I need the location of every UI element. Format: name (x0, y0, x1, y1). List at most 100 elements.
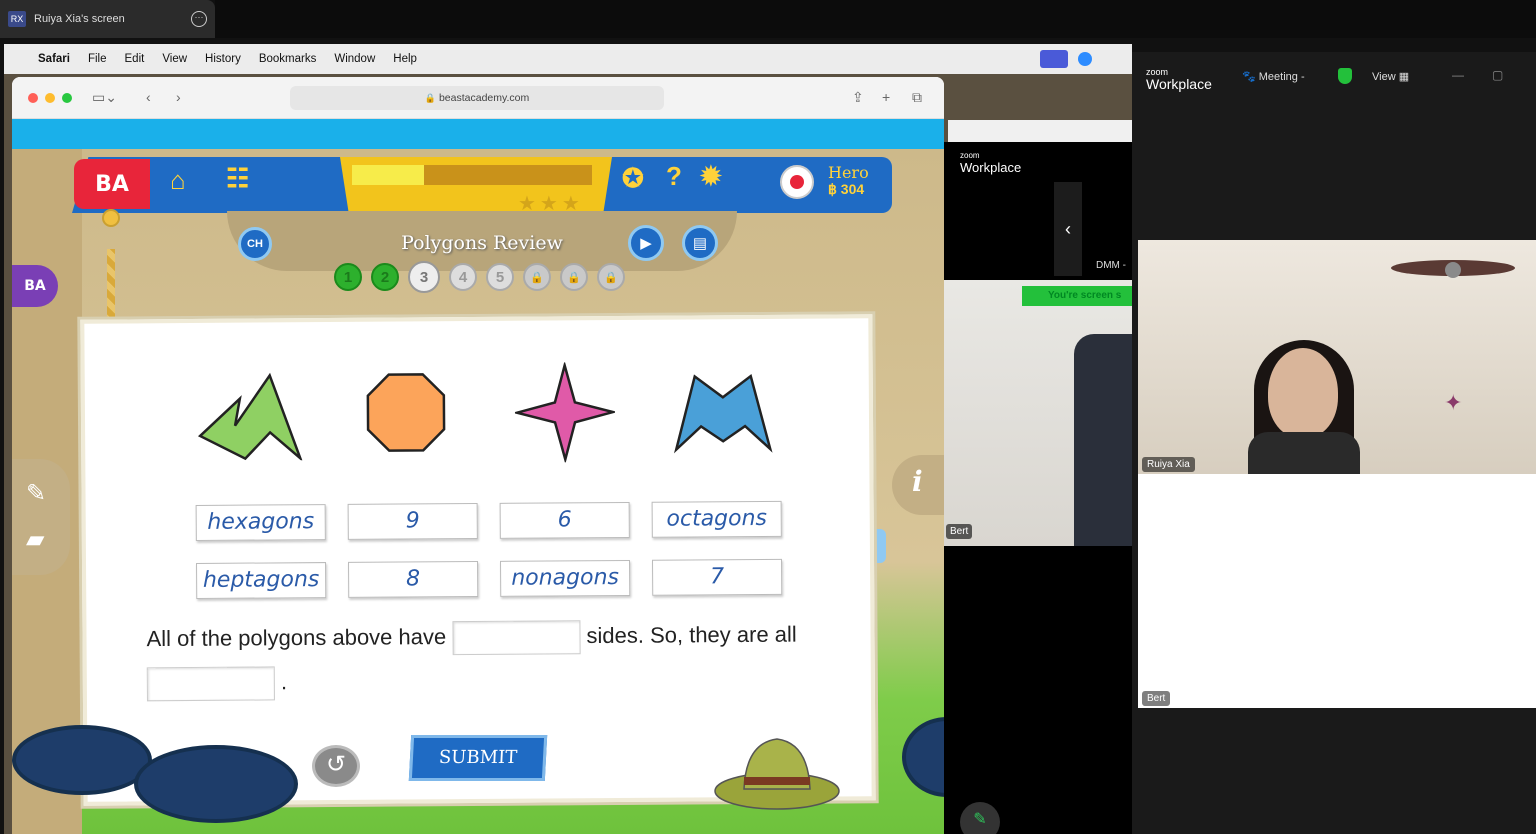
address-bar[interactable]: 🔒 beastacademy.com (290, 86, 664, 110)
zoom-mini-window: zoom Workplace ‹ DMM - You're screen s Be… (944, 142, 1132, 834)
question-text: All of the polygons above have sides. So… (146, 619, 797, 658)
green-polygon-shape (197, 372, 304, 461)
home-icon[interactable]: ⌂ (170, 165, 186, 196)
zoom-brand: zoom Workplace (1146, 67, 1212, 92)
menu-history[interactable]: History (205, 53, 241, 65)
share-tab-title: Ruiya Xia's screen (34, 13, 125, 25)
settings-gear-icon[interactable]: ✹ (700, 161, 722, 192)
bird-decoration: ✦ (1444, 390, 1463, 415)
minimize-window-button[interactable] (45, 93, 55, 103)
book-icon[interactable]: ☷ (226, 163, 249, 194)
menu-window[interactable]: Window (334, 53, 375, 65)
award-icon[interactable]: ✪ (622, 163, 644, 194)
maximize-icon[interactable]: ▢ (1492, 68, 1503, 82)
zoom-window-button[interactable] (62, 93, 72, 103)
polygon-name-answer-blank[interactable] (146, 666, 275, 702)
pink-star-shape (514, 362, 616, 463)
menu-app-name[interactable]: Safari (38, 53, 70, 65)
beast-academy-logo[interactable]: BA (74, 159, 150, 209)
choice-hexagons[interactable]: hexagons (195, 504, 326, 541)
menu-bookmarks[interactable]: Bookmarks (259, 53, 317, 65)
more-options-icon[interactable]: ··· (191, 11, 207, 27)
info-button[interactable]: i (892, 455, 944, 515)
problem-steps: 1 2 3 4 5 🔒 🔒 🔒 (334, 261, 625, 293)
choice-7[interactable]: 7 (652, 558, 783, 596)
view-menu[interactable]: View ▦ (1372, 70, 1409, 83)
menu-view[interactable]: View (162, 53, 187, 65)
tire-decoration (902, 717, 944, 797)
forward-arrow-icon[interactable]: › (176, 89, 181, 105)
choice-9[interactable]: 9 (347, 503, 478, 540)
page-top-bar (12, 119, 944, 149)
safari-window: ▭⌄ ‹ › 🔒 beastacademy.com ⇪ + ⧉ BA ⌂ ☷ ★… (12, 77, 944, 834)
mini-video-chair (1074, 334, 1132, 546)
orange-octagon-shape (366, 373, 446, 452)
participant-name-ruiya: Ruiya Xia (1142, 457, 1195, 472)
address-bar-url: beastacademy.com (438, 92, 530, 104)
choice-6[interactable]: 6 (499, 501, 630, 539)
side-ba-logo[interactable]: BA (12, 265, 58, 307)
sharing-notice: You're screen s (1022, 286, 1132, 306)
step-2[interactable]: 2 (371, 263, 399, 291)
paw-icon: 🐾 (1242, 71, 1256, 83)
sides-answer-blank[interactable] (452, 620, 581, 656)
choice-nonagons[interactable]: nonagons (500, 559, 631, 597)
chevron-left-icon[interactable]: ‹ (1054, 182, 1082, 276)
tab-overview-icon[interactable]: ⧉ (912, 89, 922, 106)
eraser-icon[interactable]: ▰ (26, 525, 44, 554)
choice-8[interactable]: 8 (348, 561, 479, 598)
participant-video-ruiya[interactable]: ✦ Ruiya Xia (1138, 240, 1536, 474)
screen-share-status-icon[interactable] (1040, 50, 1068, 68)
share-icon[interactable]: ⇪ (852, 89, 864, 106)
back-arrow-icon[interactable]: ‹ (146, 89, 151, 105)
open-book-icon: ▤ (692, 235, 708, 252)
ranger-hat-decoration (714, 738, 840, 810)
question-end: . (280, 669, 288, 695)
mini-dmm-label: DMM - (1096, 260, 1126, 271)
menu-help[interactable]: Help (393, 53, 417, 65)
participant-video-bert[interactable]: Bert (1138, 474, 1536, 708)
tire-decoration (12, 725, 152, 795)
question-part-1: All of the polygons above have (146, 624, 447, 652)
drawing-tools: ✎ ▰ (12, 459, 70, 575)
hero-name: Hero (828, 163, 869, 182)
hero-panel[interactable]: Hero ฿ 304 (780, 161, 890, 209)
grid-icon: ▦ (1398, 71, 1410, 83)
hero-avatar (780, 165, 814, 199)
meeting-menu[interactable]: 🐾 Meeting - (1242, 70, 1305, 83)
choice-octagons[interactable]: octagons (651, 500, 782, 538)
top-strip (215, 0, 1536, 38)
play-video-button[interactable]: ▶ (628, 225, 664, 261)
zoom-status-icon[interactable] (1078, 52, 1092, 66)
step-8: 🔒 (597, 263, 625, 291)
blue-polygon-shape (673, 373, 773, 454)
screen-share-tab[interactable]: RX Ruiya Xia's screen ··· (0, 0, 215, 38)
progress-bar (352, 165, 592, 185)
pencil-icon[interactable]: ✎ (26, 479, 46, 508)
participant-face (1268, 348, 1338, 438)
new-tab-icon[interactable]: + (882, 89, 890, 105)
submit-button[interactable]: SUBMIT (408, 735, 548, 781)
step-1[interactable]: 1 (334, 263, 362, 291)
minimize-icon[interactable]: — (1452, 68, 1464, 82)
participant-name-bert: Bert (1142, 691, 1171, 706)
step-3[interactable]: 3 (408, 261, 440, 293)
menu-file[interactable]: File (88, 53, 107, 65)
tire-decoration (134, 745, 298, 823)
lesson-title: Polygons Review (401, 232, 563, 254)
chapter-badge[interactable]: CH (238, 227, 272, 261)
close-window-button[interactable] (28, 93, 38, 103)
menu-edit[interactable]: Edit (125, 53, 145, 65)
annotate-pencil-icon[interactable]: ✎ (960, 802, 1000, 834)
step-5[interactable]: 5 (486, 263, 514, 291)
step-7: 🔒 (560, 263, 588, 291)
beast-academy-lesson: BA ⌂ ☷ ★★★ ✪ ? ✹ Hero ฿ 304 CH Polygons … (12, 149, 944, 834)
choice-heptagons[interactable]: heptagons (196, 562, 327, 599)
security-shield-icon[interactable] (1338, 68, 1352, 84)
reset-button[interactable]: ↺ (312, 745, 360, 787)
step-4[interactable]: 4 (449, 263, 477, 291)
read-guide-button[interactable]: ▤ (682, 225, 718, 261)
sidebar-icon[interactable]: ▭⌄ (92, 89, 117, 106)
help-icon[interactable]: ? (666, 161, 682, 192)
rope-knot (102, 209, 120, 227)
